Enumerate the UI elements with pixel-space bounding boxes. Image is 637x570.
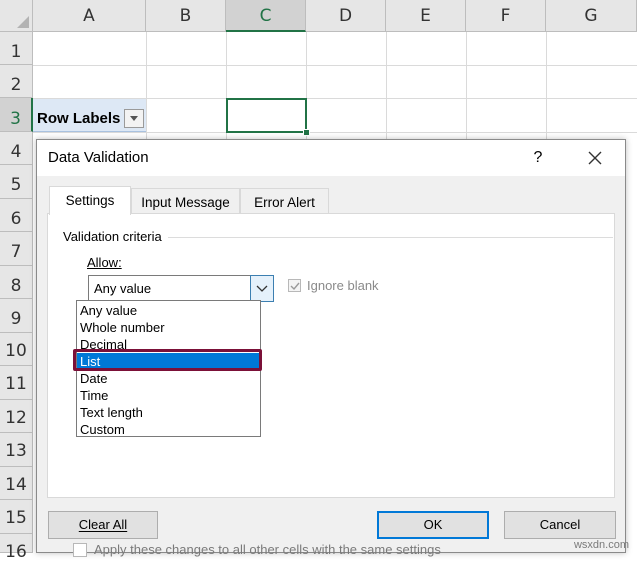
tab-settings[interactable]: Settings bbox=[49, 186, 131, 215]
select-all-corner[interactable] bbox=[0, 0, 33, 32]
checkmark-icon bbox=[290, 282, 300, 291]
option-date[interactable]: Date bbox=[77, 370, 260, 387]
fill-handle[interactable] bbox=[303, 129, 310, 136]
column-header-e[interactable]: E bbox=[386, 0, 466, 32]
column-header-c[interactable]: C bbox=[226, 0, 306, 32]
row-header-6[interactable]: 6 bbox=[0, 199, 33, 232]
clear-all-label: Clear All bbox=[78, 517, 128, 532]
tab-error-alert[interactable]: Error Alert bbox=[240, 188, 329, 215]
ignore-blank-label: Ignore blank bbox=[307, 278, 379, 293]
filter-dropdown-icon[interactable] bbox=[124, 109, 144, 128]
list-option-highlight bbox=[73, 349, 262, 371]
row-header-10[interactable]: 10 bbox=[0, 333, 33, 366]
dialog-title: Data Validation bbox=[48, 149, 149, 166]
column-header-f[interactable]: F bbox=[466, 0, 546, 32]
option-custom[interactable]: Custom bbox=[77, 421, 260, 438]
dialog-titlebar[interactable]: Data Validation ? bbox=[37, 140, 625, 176]
column-header-d[interactable]: D bbox=[306, 0, 386, 32]
row-header-1[interactable]: 1 bbox=[0, 32, 33, 65]
option-text-length[interactable]: Text length bbox=[77, 404, 260, 421]
active-cell-c3[interactable] bbox=[226, 98, 307, 133]
row-header-9[interactable]: 9 bbox=[0, 299, 33, 333]
apply-to-all-label: Apply these changes to all other cells w… bbox=[94, 542, 441, 557]
row-header-15[interactable]: 15 bbox=[0, 500, 33, 534]
option-time[interactable]: Time bbox=[77, 387, 260, 404]
allow-label: Allow: bbox=[87, 255, 122, 270]
row-header-11[interactable]: 11 bbox=[0, 366, 33, 400]
cancel-button[interactable]: Cancel bbox=[504, 511, 616, 539]
column-header-b[interactable]: B bbox=[146, 0, 226, 32]
row-header-13[interactable]: 13 bbox=[0, 433, 33, 467]
row-header-4[interactable]: 4 bbox=[0, 132, 33, 165]
chevron-down-icon bbox=[256, 285, 268, 292]
column-header-g[interactable]: G bbox=[546, 0, 637, 32]
validation-criteria-label: Validation criteria bbox=[63, 229, 168, 244]
row-header-5[interactable]: 5 bbox=[0, 165, 33, 199]
close-button[interactable] bbox=[577, 144, 613, 172]
row-header-8[interactable]: 8 bbox=[0, 266, 33, 299]
gridline bbox=[33, 65, 637, 66]
clear-all-button[interactable]: Clear All bbox=[48, 511, 158, 539]
close-icon bbox=[588, 151, 602, 165]
ignore-blank-checkbox bbox=[288, 279, 301, 292]
help-button[interactable]: ? bbox=[523, 144, 553, 172]
tab-input-message[interactable]: Input Message bbox=[131, 188, 240, 215]
allow-select[interactable]: Any value bbox=[88, 275, 274, 302]
option-any-value[interactable]: Any value bbox=[77, 302, 260, 319]
watermark: wsxdn.com bbox=[573, 539, 629, 551]
row-header-3[interactable]: 3 bbox=[0, 98, 33, 132]
allow-dropdown-button[interactable] bbox=[250, 275, 274, 302]
apply-to-all-checkbox bbox=[73, 543, 87, 557]
row-header-14[interactable]: 14 bbox=[0, 467, 33, 500]
row-header-2[interactable]: 2 bbox=[0, 65, 33, 98]
ok-button[interactable]: OK bbox=[377, 511, 489, 539]
option-whole-number[interactable]: Whole number bbox=[77, 319, 260, 336]
select-all-triangle-icon bbox=[17, 16, 29, 28]
row-header-7[interactable]: 7 bbox=[0, 232, 33, 266]
row-header-12[interactable]: 12 bbox=[0, 400, 33, 433]
gridline bbox=[33, 132, 637, 133]
column-header-a[interactable]: A bbox=[33, 0, 146, 32]
row-header-16[interactable]: 16 bbox=[0, 534, 33, 562]
